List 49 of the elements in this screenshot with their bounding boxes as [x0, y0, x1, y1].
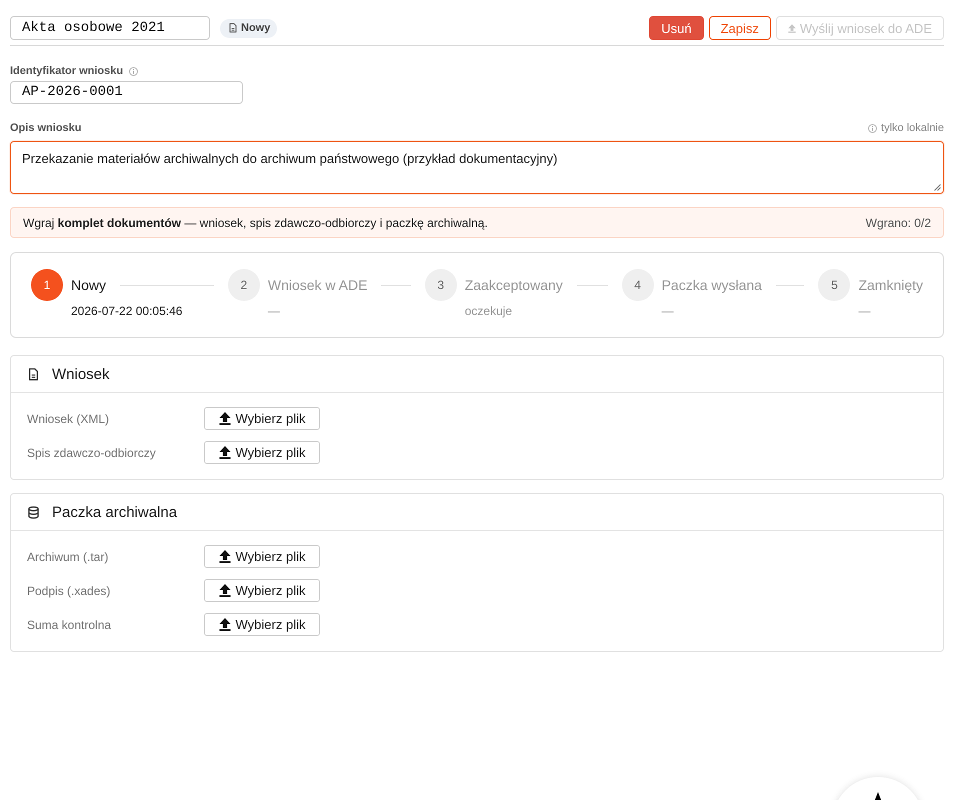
choose-file-button[interactable]: Wybierz plik: [204, 441, 320, 464]
step-indicator: 4: [622, 269, 654, 301]
step-indicator: 3: [424, 269, 457, 301]
step-title: Paczka wysłana: [662, 277, 762, 293]
delete-button[interactable]: Usuń: [649, 16, 704, 40]
step-title: Zamknięty: [858, 277, 924, 293]
upload-icon: [218, 584, 231, 597]
upload-icon: [218, 446, 231, 459]
step-indicator: 5: [818, 269, 850, 301]
local-note: tylko lokalnie: [881, 122, 944, 134]
status-text: Nowy: [241, 22, 270, 34]
section-title: Paczka archiwalna: [52, 504, 178, 520]
file-label: Podpis (.xades): [27, 584, 112, 598]
step-indicator: 2: [228, 269, 260, 301]
upload-icon: [218, 412, 231, 425]
step-detail: —: [858, 304, 870, 318]
database-icon: [28, 506, 39, 518]
step-title: Wniosek w ADE: [268, 277, 368, 293]
choose-file-button[interactable]: Wybierz plik: [204, 613, 320, 636]
file-label: Suma kontrolna: [27, 618, 112, 632]
choose-file-button[interactable]: Wybierz plik: [204, 407, 320, 430]
section-title: Wniosek: [52, 366, 110, 382]
step-detail: —: [268, 304, 280, 318]
step-indicator: 1: [31, 269, 63, 301]
step-detail: —: [662, 304, 674, 318]
upload-icon: [218, 618, 231, 631]
field-label: Opis wniosku: [10, 122, 82, 134]
title-input[interactable]: Akta osobowe 2021: [10, 16, 210, 40]
document-icon: [28, 368, 39, 380]
description-textarea[interactable]: Przekazanie materiałów archiwalnych do archiwum państwowego (przykład dokumentacyjny): [10, 141, 944, 194]
info-icon: [129, 66, 138, 76]
upload-icon: [218, 550, 231, 563]
file-label: Archiwum (.tar): [27, 550, 110, 564]
file-label: Wniosek (XML): [27, 412, 110, 426]
upload-icon: [788, 24, 796, 32]
document-icon: [229, 23, 237, 33]
choose-file-button[interactable]: Wybierz plik: [204, 579, 320, 602]
step-detail: oczekuje: [464, 304, 512, 318]
info-icon: [868, 124, 878, 132]
step-title: Nowy: [71, 277, 106, 293]
upload-count: Wgrano: 0/2: [866, 216, 931, 230]
step-title: Zaakceptowany: [464, 277, 563, 293]
file-label: Spis zdawczo-odbiorczy: [27, 446, 157, 460]
identifier-input[interactable]: AP-2026-0001: [10, 81, 243, 104]
notice-text: Wgraj komplet dokumentów — wniosek, spis zdawczo-odbiorczy i paczkę archiwalną.: [23, 216, 488, 230]
choose-file-button[interactable]: Wybierz plik: [204, 545, 320, 568]
resize-grip-icon: [934, 184, 941, 191]
step-detail: 2026-07-22 00:05:46: [71, 304, 182, 318]
field-label: Identyfikator wniosku: [10, 65, 124, 77]
